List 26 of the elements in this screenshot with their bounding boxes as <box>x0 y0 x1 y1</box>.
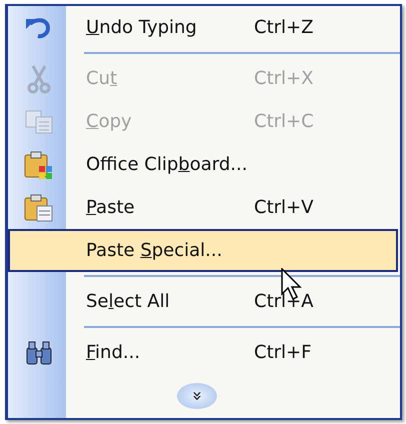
shortcut-label: Ctrl+Z <box>254 16 314 40</box>
clipboard-icon <box>23 192 55 222</box>
menu-item-label: Copy <box>85 110 133 134</box>
menu-item[interactable]: Find... Ctrl+F <box>8 331 398 374</box>
shortcut-label: Ctrl+A <box>254 290 314 314</box>
binoculars-icon <box>24 340 54 366</box>
copy-icon <box>24 108 54 134</box>
menu-item[interactable]: Office Clipboard... <box>8 143 398 186</box>
menu-item-label: Office Clipboard... <box>85 153 248 177</box>
menu-item-label: Cut <box>85 67 118 91</box>
scissors-icon <box>25 64 53 94</box>
menu-item[interactable]: Select All Ctrl+A <box>8 280 398 323</box>
menu-item-label: Find... <box>85 341 142 365</box>
menu-item[interactable]: Paste Ctrl+V <box>8 186 398 229</box>
menu-item-label: Undo Typing <box>85 16 198 40</box>
menu-item[interactable]: Paste Special... <box>8 229 398 272</box>
menu-item-label: Select All <box>85 290 171 314</box>
menu-item-label: Paste Special... <box>85 239 224 263</box>
shortcut-label: Ctrl+V <box>254 196 314 220</box>
menu-item[interactable]: Undo Typing Ctrl+Z <box>8 6 398 49</box>
shortcut-label: Ctrl+X <box>254 67 314 91</box>
clipboard-icon <box>23 150 55 180</box>
shortcut-label: Ctrl+F <box>254 341 312 365</box>
expand-button[interactable]: » <box>177 383 217 409</box>
shortcut-label: Ctrl+C <box>254 110 314 134</box>
menu-item-label: Paste <box>85 196 136 220</box>
